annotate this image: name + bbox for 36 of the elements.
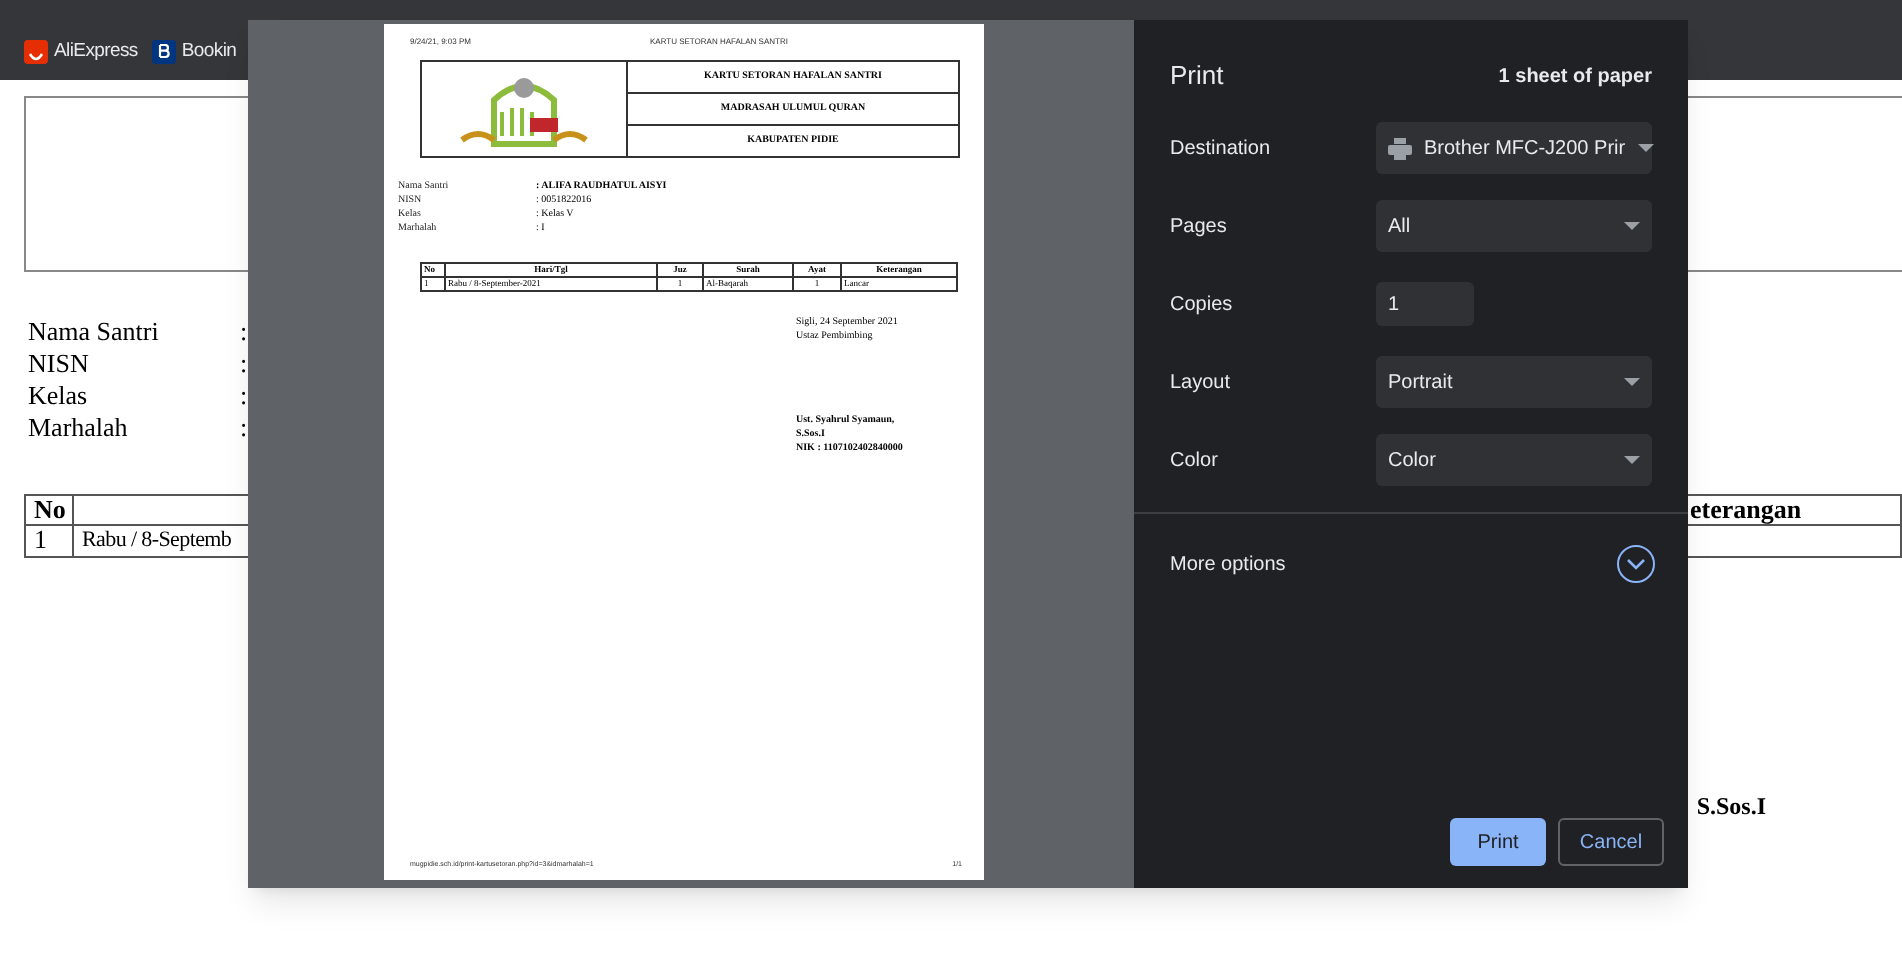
dropdown-caret-icon <box>1624 456 1640 464</box>
printer-icon <box>1388 137 1412 159</box>
setting-label: Layout <box>1170 369 1233 397</box>
shopping-bag-icon <box>24 39 48 64</box>
dropdown-caret-icon <box>1624 222 1640 230</box>
field-colon: : <box>240 380 248 412</box>
field-colon: : <box>240 348 248 380</box>
bookmark-link[interactable]: Bookin <box>151 37 237 66</box>
print-button[interactable]: Print <box>1450 818 1546 866</box>
bookmark-favicon-icon <box>151 39 176 64</box>
field-label: Nama Santri <box>28 316 161 348</box>
signer-degree: S.Sos.I <box>1696 790 1766 824</box>
dropdown-field[interactable]: All <box>1376 200 1652 252</box>
dropdown-field[interactable]: Portrait <box>1376 356 1652 408</box>
field-label: NISN <box>28 348 91 380</box>
cancel-button[interactable]: Cancel <box>1558 818 1664 866</box>
dialog-title: Print <box>1170 58 1224 95</box>
field-label: Marhalah <box>28 412 130 444</box>
field-colon: : <box>240 412 248 444</box>
field-colon: : <box>240 316 248 348</box>
expand-chevron-icon <box>1616 544 1656 584</box>
setting-label: Pages <box>1170 213 1229 241</box>
sheet-count: 1 sheet of paper <box>1498 63 1652 91</box>
setting-label: Copies <box>1170 291 1235 319</box>
table-header-cell: No <box>26 496 74 524</box>
setting-label: Color <box>1170 447 1220 475</box>
field-label: Kelas <box>28 380 90 412</box>
dropdown-caret-icon <box>1637 144 1654 152</box>
bookmark-link[interactable]: AliExpress <box>24 37 138 66</box>
dropdown-field[interactable]: Brother MFC-J200 Prir <box>1376 122 1652 174</box>
dropdown-field[interactable]: Color <box>1376 434 1652 486</box>
table-cell: 1 <box>26 526 74 556</box>
table-header-cell-text: eterangan <box>1688 496 1804 524</box>
copies-input[interactable]: 1 <box>1376 282 1474 326</box>
dropdown-caret-icon <box>1624 378 1640 386</box>
setting-label: Destination <box>1170 135 1273 163</box>
